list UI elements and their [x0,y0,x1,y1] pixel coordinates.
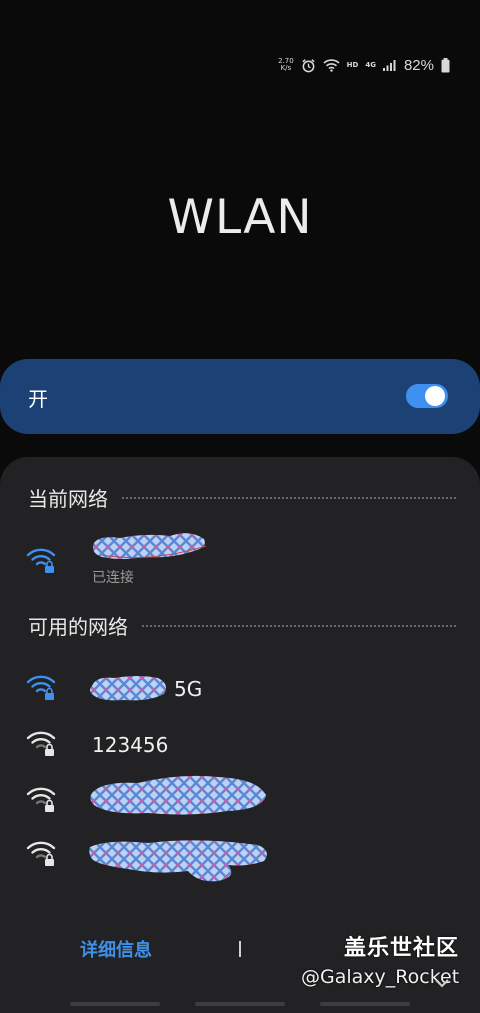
wifi-status-icon [323,58,340,72]
wlan-settings-screen: 2.70 K/s HD 4G 82% WLAN 开 当前网络 已连接 可用的网络… [0,0,480,1013]
network-item[interactable]: 123456 [0,721,480,771]
nav-recents-bar[interactable] [70,1002,160,1006]
redacted-network-name [89,840,267,882]
button-divider [239,941,241,957]
divider-dots [142,624,456,627]
chevron-down-icon[interactable] [434,976,450,992]
wlan-switch[interactable] [406,384,448,408]
battery-icon [441,57,450,73]
wlan-master-toggle[interactable]: 开 [0,359,480,434]
signal-icon [382,59,397,71]
network-speed-unit: K/s [280,64,292,72]
switch-knob [425,386,445,406]
watermark-title: 盖乐世社区 [344,936,460,961]
wifi-locked-icon [26,787,56,812]
network-item[interactable] [0,775,480,825]
page-title: WLAN [167,190,313,245]
nav-back-bar[interactable] [320,1002,410,1006]
network-name: 123456 [92,733,169,757]
redacted-network-name [90,676,166,701]
navigation-bar [0,1002,480,1008]
network-name-suffix: 5G [174,677,203,701]
current-network-title: 当前网络 [28,487,108,511]
alarm-icon [301,58,316,73]
battery-percentage: 82% [403,56,434,74]
network-type-icon: 4G [365,61,376,69]
network-item[interactable]: 5G [0,665,480,715]
available-networks-title: 可用的网络 [28,615,128,639]
status-bar: 2.70 K/s HD 4G 82% [278,54,450,76]
wifi-locked-icon [26,841,56,866]
hd-icon: HD [346,61,359,69]
redacted-network-name [90,775,267,815]
connection-status: 已连接 [92,570,134,586]
details-button[interactable]: 详细信息 [80,936,152,962]
redacted-network-name [93,533,207,559]
network-item[interactable] [0,829,480,882]
current-network-header: 当前网络 [28,483,456,512]
wifi-locked-icon [26,548,56,573]
wifi-locked-icon [26,675,56,700]
divider-dots [122,496,456,499]
toggle-label: 开 [28,387,48,411]
current-network-row[interactable]: 已连接 [0,533,480,591]
available-networks-header: 可用的网络 [28,611,456,640]
wifi-locked-icon [26,731,56,756]
network-speed: 2.70 K/s [278,58,294,72]
nav-home-bar[interactable] [195,1002,285,1006]
